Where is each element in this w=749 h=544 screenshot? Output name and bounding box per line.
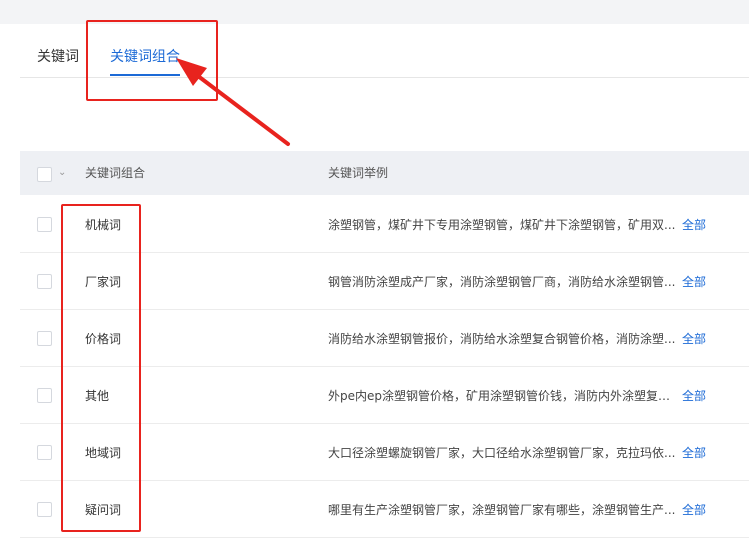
red-arrow-icon — [176, 58, 290, 146]
